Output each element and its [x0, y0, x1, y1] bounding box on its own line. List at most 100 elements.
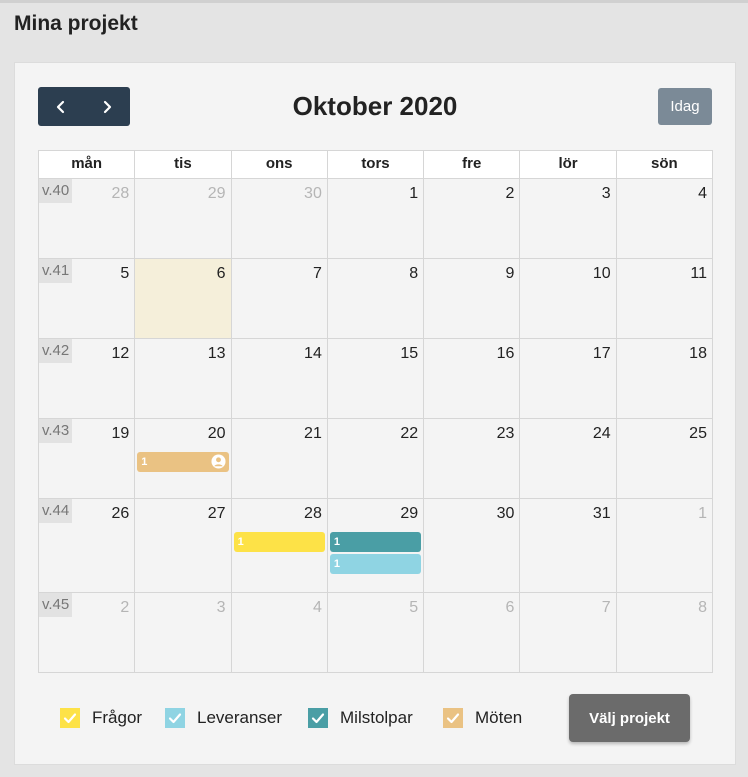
event-count: 1 [333, 558, 340, 570]
legend-label: Leveranser [197, 708, 283, 727]
week-number: v.40 [39, 179, 73, 203]
day-number: 27 [207, 505, 226, 522]
today-button[interactable]: Idag [658, 88, 712, 125]
event-leveranser[interactable]: 1 [329, 554, 422, 574]
day-cell[interactable]: 24 [520, 419, 617, 499]
day-cell[interactable]: 15 [327, 339, 425, 419]
day-cell[interactable]: 7 [231, 259, 328, 339]
day-cell-today[interactable]: 6 [135, 259, 232, 339]
day-cell[interactable]: 13 [135, 339, 232, 419]
day-cell[interactable]: v.40 28 [39, 179, 136, 259]
day-cell[interactable]: 18 [616, 339, 713, 419]
day-number: 15 [400, 345, 419, 362]
day-cell[interactable]: v.44 26 [39, 499, 136, 593]
day-cell[interactable]: 1 [616, 499, 713, 593]
day-number: 24 [592, 425, 611, 442]
day-cell[interactable]: 27 [135, 499, 232, 593]
day-cell[interactable]: 29 1 1 [327, 499, 425, 593]
day-cell[interactable]: 3 [520, 179, 617, 259]
week-number: v.43 [39, 419, 73, 443]
calendar-card: Oktober 2020 Idag mån tis ons tors fre lör sön… [14, 62, 736, 765]
day-cell[interactable]: v.41 5 [39, 259, 136, 339]
event-milstolpar[interactable]: 1 [329, 532, 422, 552]
day-cell[interactable]: 5 [327, 593, 425, 673]
day-cell[interactable]: 30 [424, 499, 521, 593]
day-number: 30 [496, 505, 515, 522]
checkmark-icon [311, 713, 325, 724]
day-cell[interactable]: 28 1 [231, 499, 328, 593]
day-cell[interactable]: 4 [616, 179, 713, 259]
legend-item[interactable]: Leveranser [165, 707, 282, 729]
day-number: 19 [111, 425, 130, 442]
day-cell[interactable]: 22 [327, 419, 425, 499]
day-cell[interactable]: 21 [231, 419, 328, 499]
day-cell[interactable]: 30 [231, 179, 328, 259]
legend-item[interactable]: Frågor [60, 707, 142, 729]
day-number: 2 [120, 599, 130, 616]
week-row: v.40 28 29 30 1 2 3 4 [39, 179, 713, 259]
legend-checkbox[interactable] [60, 708, 80, 728]
day-cell[interactable]: 31 [520, 499, 617, 593]
event-count: 1 [237, 536, 244, 548]
calendar-grid: mån tis ons tors fre lör sön v.40 28 29 30 1 2 3 4 v.4… [38, 150, 713, 673]
day-number: 5 [120, 265, 130, 282]
legend-checkbox[interactable] [443, 708, 463, 728]
day-cell[interactable]: 23 [424, 419, 521, 499]
day-cell[interactable]: 25 [616, 419, 713, 499]
day-cell[interactable]: 9 [424, 259, 521, 339]
day-number: 26 [111, 505, 130, 522]
day-cell[interactable]: 14 [231, 339, 328, 419]
day-cell[interactable]: 2 [424, 179, 521, 259]
day-number: 6 [505, 599, 515, 616]
weekday-header: ons [231, 151, 328, 179]
day-number: 16 [496, 345, 515, 362]
day-cell[interactable]: v.43 19 [39, 419, 136, 499]
day-cell[interactable]: 4 [231, 593, 328, 673]
day-cell[interactable]: v.42 12 [39, 339, 136, 419]
day-cell[interactable]: 10 [520, 259, 617, 339]
day-cell[interactable]: 1 [327, 179, 425, 259]
week-number: v.41 [39, 259, 73, 283]
day-number: 14 [304, 345, 322, 362]
day-number: 28 [111, 185, 130, 202]
day-cell[interactable]: 8 [327, 259, 425, 339]
weekday-header: tis [135, 151, 232, 179]
day-cell[interactable]: 8 [616, 593, 713, 673]
event-moten[interactable]: 1 [137, 452, 229, 472]
day-cell[interactable]: v.45 2 [39, 593, 136, 673]
day-number: 29 [207, 185, 226, 202]
day-cell[interactable]: 16 [424, 339, 521, 419]
day-number: 13 [207, 345, 226, 362]
day-cell[interactable]: 17 [520, 339, 617, 419]
day-number: 7 [601, 599, 611, 616]
calendar-month-title: Oktober 2020 [292, 91, 458, 121]
day-cell[interactable]: 7 [520, 593, 617, 673]
legend-checkbox[interactable] [165, 708, 185, 728]
day-cell[interactable]: 11 [616, 259, 713, 339]
weekday-header: tors [327, 151, 425, 179]
day-number: 4 [698, 185, 707, 202]
legend-item[interactable]: Milstolpar [308, 707, 413, 729]
day-number: 25 [689, 425, 707, 442]
legend-checkbox[interactable] [308, 708, 328, 728]
select-project-button[interactable]: Välj projekt [569, 694, 690, 742]
day-cell[interactable]: 29 [135, 179, 232, 259]
legend-label: Möten [475, 708, 523, 727]
weekday-header: mån [39, 151, 136, 179]
day-number: 22 [400, 425, 419, 442]
day-cell[interactable]: 20 1 [135, 419, 232, 499]
event-count: 1 [141, 456, 148, 468]
day-number: 23 [496, 425, 515, 442]
week-row: v.44 26 27 28 1 29 1 1 30 31 1 [39, 499, 713, 593]
weekday-header: sön [616, 151, 713, 179]
checkmark-icon [168, 713, 182, 724]
day-number: 3 [601, 185, 611, 202]
day-number: 3 [216, 599, 226, 616]
day-number: 6 [216, 265, 226, 282]
week-number: v.42 [39, 339, 73, 363]
day-cell[interactable]: 6 [424, 593, 521, 673]
legend-item[interactable]: Möten [443, 707, 522, 729]
day-cell[interactable]: 3 [135, 593, 232, 673]
event-fragor[interactable]: 1 [233, 532, 325, 552]
day-number: 8 [409, 265, 419, 282]
